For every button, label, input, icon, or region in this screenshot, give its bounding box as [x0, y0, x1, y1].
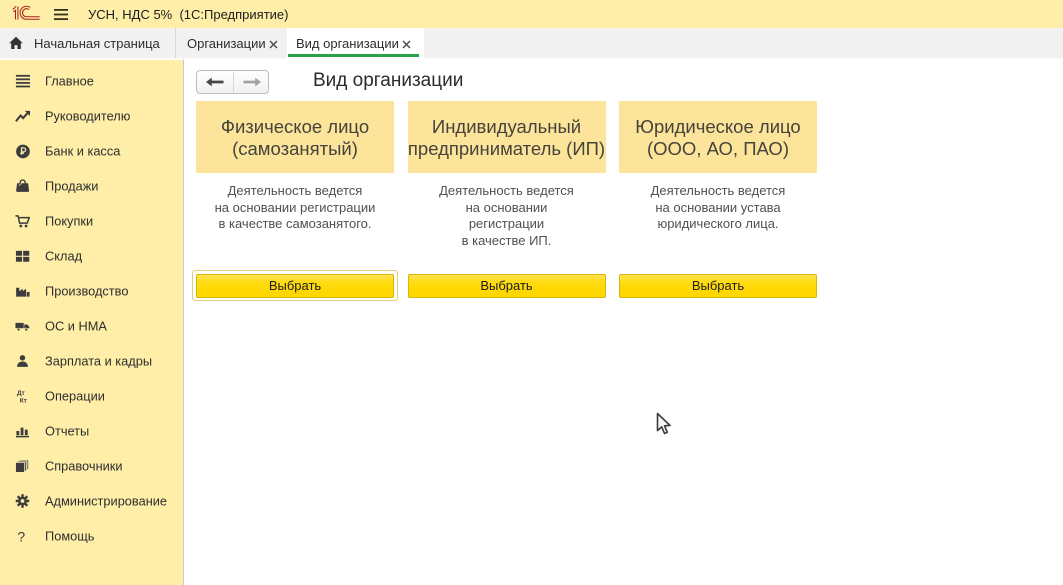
svg-text:?: ?	[17, 528, 25, 543]
svg-text:Дт: Дт	[17, 390, 26, 397]
svg-text:Кт: Кт	[20, 397, 28, 403]
